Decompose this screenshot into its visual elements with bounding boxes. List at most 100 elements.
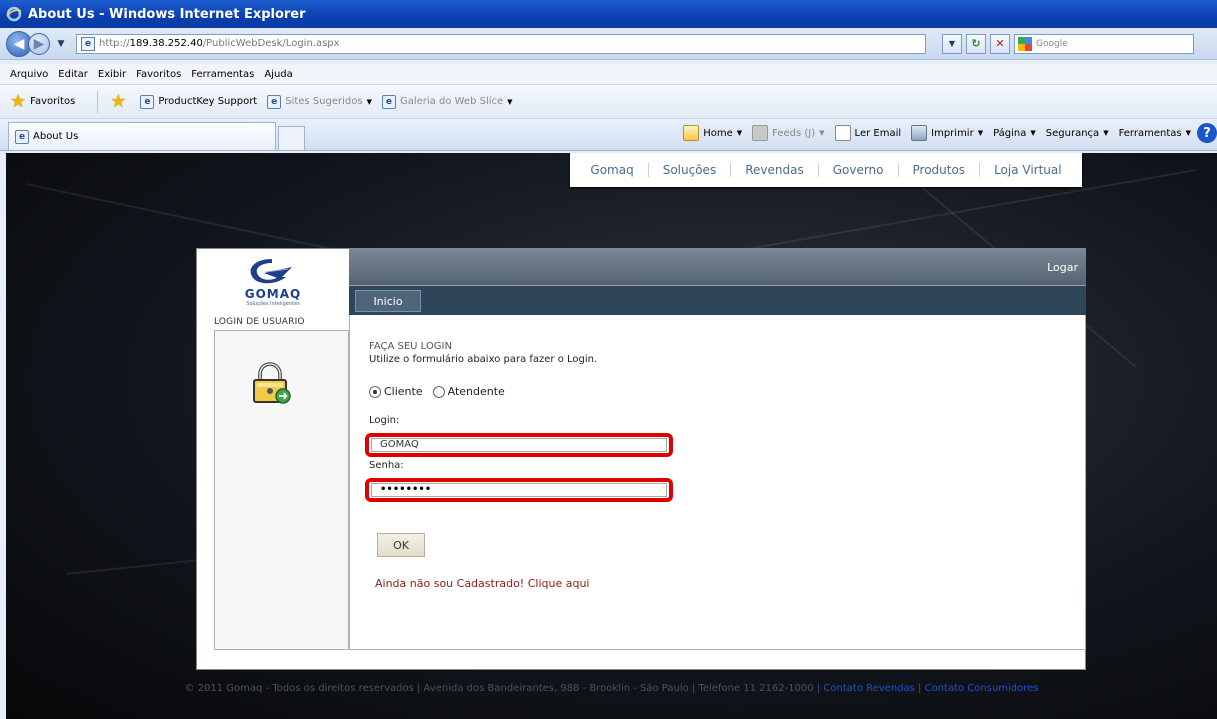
nav-gomaq[interactable]: Gomaq: [590, 163, 633, 177]
command-bar: Home ▼ Feeds (J) ▼ Ler Email Imprimir ▼ …: [673, 123, 1217, 143]
url-input[interactable]: e http://189.38.252.40/PublicWebDesk/Log…: [76, 33, 926, 54]
gomaq-logo-icon: [250, 259, 292, 284]
logar-link[interactable]: Logar: [1047, 261, 1078, 274]
page-icon: e: [140, 94, 155, 109]
chevron-down-icon: ▼: [736, 129, 743, 137]
chevron-down-icon: ▼: [1030, 129, 1036, 137]
url-prefix: http://: [99, 38, 130, 49]
nav-solucoes[interactable]: Soluções: [663, 163, 716, 177]
security-menu-button[interactable]: Segurança ▼: [1046, 128, 1109, 139]
page-icon: e: [81, 36, 95, 51]
nav-produtos[interactable]: Produtos: [913, 163, 966, 177]
contact-consumidores-link[interactable]: Contato Consumidores: [925, 683, 1039, 694]
add-favorite-button[interactable]: ★: [110, 91, 130, 112]
ie-icon: e: [267, 94, 282, 109]
radio-cliente[interactable]: [369, 385, 381, 398]
page-menu-label: Página: [993, 127, 1027, 139]
ok-button[interactable]: OK: [377, 533, 425, 557]
new-tab-button[interactable]: [278, 126, 305, 150]
home-button[interactable]: Home ▼: [683, 125, 742, 141]
nav-divider: [817, 163, 819, 177]
page-menu-button[interactable]: Página ▼: [993, 128, 1036, 139]
fav-productkey-label: ProductKey Support: [158, 96, 258, 107]
menu-exibir[interactable]: Exibir: [98, 69, 126, 80]
brand-tagline: Soluções Inteligentes: [246, 301, 300, 307]
url-host: 189.38.252.40: [129, 38, 203, 49]
form-subtitle: Utilize o formulário abaixo para fazer o…: [369, 354, 598, 365]
rss-icon: [752, 125, 769, 141]
chevron-down-icon: ▼: [948, 39, 956, 48]
favorites-button[interactable]: ★ Favoritos: [10, 91, 75, 112]
web-page: Gomaq Soluções Revendas Governo Produtos…: [6, 153, 1217, 719]
tab-about-us[interactable]: e About Us: [8, 122, 276, 150]
site-nav: Gomaq Soluções Revendas Governo Produtos…: [570, 153, 1082, 187]
feeds-button[interactable]: Feeds (J) ▼: [752, 125, 825, 141]
fav-web-slice-gallery[interactable]: e Galeria do Web Slice ▼: [381, 94, 513, 109]
side-box: [214, 330, 349, 650]
section-label: LOGIN DE USUARIO: [214, 317, 305, 327]
window-titlebar: About Us - Windows Internet Explorer: [0, 0, 1217, 28]
chevron-down-icon: ▼: [977, 129, 984, 137]
page-footer: © 2011 Gomaq - Todos os direitos reserva…: [6, 683, 1217, 694]
help-button[interactable]: ?: [1197, 123, 1217, 143]
nav-loja-virtual[interactable]: Loja Virtual: [994, 163, 1062, 177]
search-placeholder: Google: [1036, 38, 1068, 49]
address-bar: ◀ ▶ ▼ e http://189.38.252.40/PublicWebDe…: [0, 28, 1217, 60]
menu-ferramentas[interactable]: Ferramentas: [191, 69, 254, 80]
home-icon: [683, 125, 700, 141]
tools-menu-button[interactable]: Ferramentas ▼: [1119, 128, 1191, 139]
forward-button[interactable]: ▶: [28, 32, 50, 55]
read-mail-label: Ler Email: [854, 127, 902, 139]
nav-revendas[interactable]: Revendas: [745, 163, 804, 177]
search-input[interactable]: Google: [1014, 33, 1194, 54]
refresh-button[interactable]: ↻: [966, 33, 986, 54]
menu-editar[interactable]: Editar: [58, 69, 88, 80]
menu-favoritos[interactable]: Favoritos: [136, 69, 181, 80]
google-icon: [1018, 36, 1032, 51]
ie-icon: e: [15, 129, 29, 144]
chevron-down-icon: ▼: [1103, 129, 1109, 137]
printer-icon: [911, 125, 928, 141]
menu-ajuda[interactable]: Ajuda: [264, 69, 292, 80]
favorites-bar: ★ Favoritos ★ e ProductKey Support e Sit…: [0, 85, 1217, 119]
forward-arrow-icon: ▶: [33, 35, 45, 52]
menu-bar: Arquivo Editar Exibir Favoritos Ferramen…: [0, 64, 1217, 85]
login-input[interactable]: GOMAQ: [371, 438, 667, 452]
print-button[interactable]: Imprimir ▼: [911, 125, 983, 141]
fav-web-slice-label: Galeria do Web Slice: [399, 96, 504, 107]
chevron-down-icon: ▼: [1185, 129, 1191, 137]
contact-revendas-link[interactable]: Contato Revendas: [823, 683, 914, 694]
fav-productkey-support[interactable]: e ProductKey Support: [140, 94, 258, 109]
home-label: Home: [703, 127, 733, 139]
tab-bar: e About Us Home ▼ Feeds (J) ▼ Ler Email …: [0, 119, 1217, 151]
footer-text: © 2011 Gomaq - Todos os direitos reserva…: [184, 683, 824, 694]
mail-icon: [834, 125, 851, 141]
brand-name: GOMAQ: [244, 287, 302, 301]
menu-arquivo[interactable]: Arquivo: [10, 69, 48, 80]
nav-divider: [647, 163, 649, 177]
chevron-down-icon: ▼: [366, 97, 372, 106]
star-icon: ★: [10, 91, 27, 112]
register-link[interactable]: Ainda não sou Cadastrado! Clique aqui: [375, 577, 589, 590]
stop-button[interactable]: ✕: [990, 33, 1010, 54]
user-type-radios: Cliente Atendente: [369, 385, 515, 398]
login-highlight: GOMAQ: [365, 433, 673, 457]
form-title: FAÇA SEU LOGIN: [369, 341, 452, 352]
login-label: Login:: [369, 415, 400, 426]
lock-icon: [253, 362, 291, 404]
radio-atendente[interactable]: [432, 385, 445, 398]
password-input[interactable]: ••••••••: [371, 483, 667, 497]
tab-inicio[interactable]: Inicio: [355, 290, 421, 312]
nav-divider: [979, 163, 981, 177]
password-label: Senha:: [369, 460, 404, 471]
read-mail-button[interactable]: Ler Email: [834, 125, 902, 141]
history-dropdown-button[interactable]: ▼: [54, 39, 68, 49]
url-dropdown-button[interactable]: ▼: [942, 33, 962, 54]
fav-sites-sugeridos[interactable]: e Sites Sugeridos ▼: [267, 94, 372, 109]
chevron-down-icon: ▼: [819, 129, 825, 137]
nav-governo[interactable]: Governo: [833, 163, 884, 177]
tools-menu-label: Ferramentas: [1118, 127, 1182, 139]
chevron-down-icon: ▼: [57, 38, 65, 49]
page-icon: e: [381, 94, 396, 109]
favorites-divider: [97, 90, 99, 113]
